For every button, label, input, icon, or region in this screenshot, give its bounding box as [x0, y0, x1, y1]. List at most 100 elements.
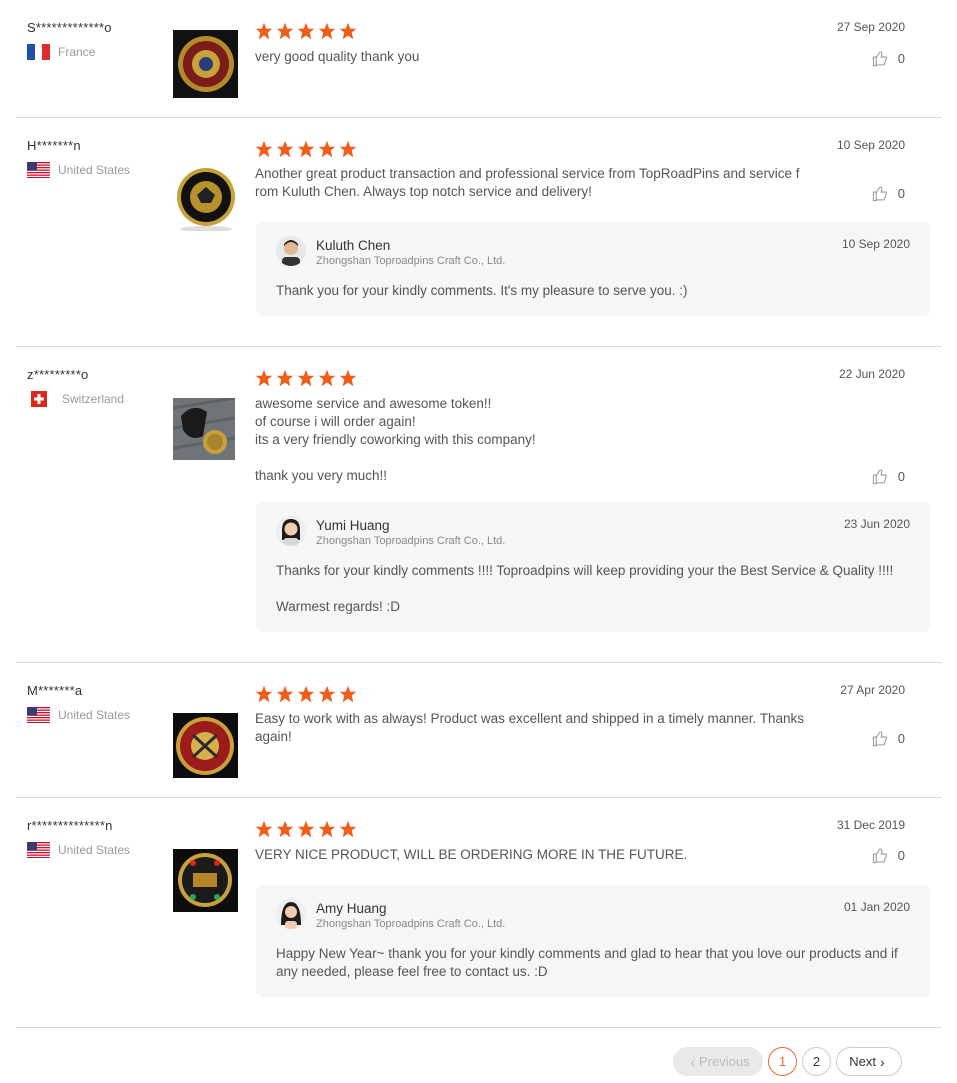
- star-icon: [255, 820, 273, 838]
- review-text: Another great product transaction and pr…: [255, 166, 800, 199]
- france-flag-icon: [27, 44, 50, 60]
- buyer-name: z*********o: [27, 367, 89, 382]
- star-icon: [339, 685, 357, 703]
- star-rating: [255, 22, 357, 41]
- review-date: 27 Apr 2020: [840, 683, 905, 697]
- reply-text: Thanks for your kindly comments !!!! Top…: [276, 563, 894, 614]
- buyer-country: Switzerland: [27, 391, 124, 407]
- reply-text: Thank you for your kindly comments. It's…: [276, 283, 688, 298]
- like-count: 0: [897, 469, 905, 484]
- previous-label: Previous: [699, 1054, 750, 1069]
- reply-date: 10 Sep 2020: [841, 237, 910, 251]
- reply-company: Zhongshan Toproadpins Craft Co., Ltd.: [316, 255, 506, 267]
- star-icon: [297, 685, 315, 703]
- previous-page-button[interactable]: ‹ Previous: [673, 1047, 763, 1076]
- seller-reply: Kuluth Chen Zhongshan Toproadpins Craft …: [256, 222, 930, 316]
- reply-date: 01 Jan 2020: [843, 900, 910, 914]
- star-rating: [255, 369, 357, 388]
- star-icon: [339, 140, 357, 158]
- review-date: 27 Sep 2020: [836, 20, 905, 34]
- star-icon: [318, 140, 336, 158]
- country-label: United States: [58, 708, 131, 722]
- review-item: S*************o France 27 Sep 2020 very …: [16, 0, 942, 118]
- star-icon: [339, 22, 357, 40]
- review-date: 10 Sep 2020: [836, 138, 905, 152]
- review-text: awesome service and awesome token!! of c…: [255, 396, 536, 483]
- us-flag-icon: [27, 842, 50, 858]
- buyer-country: United States: [27, 162, 130, 178]
- product-thumbnail[interactable]: [173, 30, 238, 98]
- product-thumbnail[interactable]: [173, 163, 238, 231]
- reply-author: Kuluth Chen: [316, 238, 391, 253]
- thumbs-up-icon: [872, 186, 887, 202]
- thumbs-up-icon: [872, 51, 887, 67]
- switzerland-flag-icon: [31, 391, 47, 407]
- like-button[interactable]: 0: [872, 50, 905, 67]
- star-icon: [318, 369, 336, 387]
- avatar: [276, 236, 306, 266]
- review-item: z*********o Switzerland 22 Jun 2020 awes…: [16, 347, 942, 663]
- reply-text: Happy New Year~ thank you for your kindl…: [276, 946, 898, 979]
- product-thumbnail[interactable]: [173, 713, 238, 778]
- review-item: H*******n United States 10 Sep 2020 Anot…: [16, 118, 942, 347]
- next-page-button[interactable]: Next ›: [836, 1047, 902, 1076]
- buyer-name: r**************n: [27, 818, 113, 833]
- star-rating: [255, 820, 357, 839]
- avatar: [276, 899, 306, 929]
- buyer-country: United States: [27, 842, 130, 858]
- star-icon: [276, 820, 294, 838]
- reply-date: 23 Jun 2020: [843, 517, 910, 531]
- star-icon: [276, 685, 294, 703]
- buyer-country: France: [27, 44, 95, 60]
- star-icon: [339, 820, 357, 838]
- chevron-right-icon: ›: [880, 1053, 885, 1070]
- star-icon: [318, 685, 336, 703]
- thumbs-up-icon: [872, 469, 887, 485]
- like-button[interactable]: 0: [872, 185, 905, 202]
- star-icon: [297, 22, 315, 40]
- star-icon: [339, 369, 357, 387]
- like-button[interactable]: 0: [872, 468, 905, 485]
- us-flag-icon: [27, 707, 50, 723]
- country-label: France: [58, 45, 96, 59]
- buyer-country: United States: [27, 707, 130, 723]
- star-icon: [297, 369, 315, 387]
- star-icon: [255, 369, 273, 387]
- country-label: United States: [58, 163, 131, 177]
- thumbs-up-icon: [872, 731, 887, 747]
- country-label: United States: [58, 843, 131, 857]
- star-icon: [318, 820, 336, 838]
- seller-reply: Amy Huang Zhongshan Toproadpins Craft Co…: [256, 885, 930, 997]
- reply-author: Amy Huang: [316, 901, 387, 916]
- review-date: 22 Jun 2020: [838, 367, 905, 381]
- review-text: Easy to work with as always! Product was…: [255, 711, 805, 744]
- chevron-left-icon: ‹: [690, 1053, 696, 1070]
- star-icon: [255, 685, 273, 703]
- like-count: 0: [897, 51, 905, 66]
- review-text: very good quality thank you: [255, 49, 420, 64]
- star-icon: [297, 820, 315, 838]
- star-icon: [276, 22, 294, 40]
- reply-author: Yumi Huang: [316, 518, 390, 533]
- page-1-button[interactable]: 1: [768, 1047, 797, 1076]
- buyer-name: S*************o: [27, 20, 112, 35]
- seller-reply: Yumi Huang Zhongshan Toproadpins Craft C…: [256, 502, 930, 632]
- review-item: M*******a United States 27 Apr 2020 Easy…: [16, 663, 942, 798]
- review-text: VERY NICE PRODUCT, WILL BE ORDERING MORE…: [255, 847, 688, 862]
- star-icon: [276, 369, 294, 387]
- like-count: 0: [897, 186, 905, 201]
- reply-company: Zhongshan Toproadpins Craft Co., Ltd.: [316, 535, 506, 547]
- page-2-button[interactable]: 2: [802, 1047, 831, 1076]
- like-count: 0: [897, 731, 905, 746]
- country-label: Switzerland: [62, 392, 125, 406]
- star-rating: [255, 685, 357, 704]
- review-date: 31 Dec 2019: [836, 818, 905, 832]
- like-button[interactable]: 0: [872, 847, 905, 864]
- next-label: Next: [849, 1054, 877, 1069]
- pagination: ‹ Previous 1 2 Next ›: [673, 1047, 902, 1076]
- avatar: [276, 516, 306, 546]
- product-thumbnail[interactable]: [173, 849, 238, 912]
- star-icon: [255, 22, 273, 40]
- like-button[interactable]: 0: [872, 730, 905, 747]
- product-thumbnail[interactable]: [173, 398, 235, 460]
